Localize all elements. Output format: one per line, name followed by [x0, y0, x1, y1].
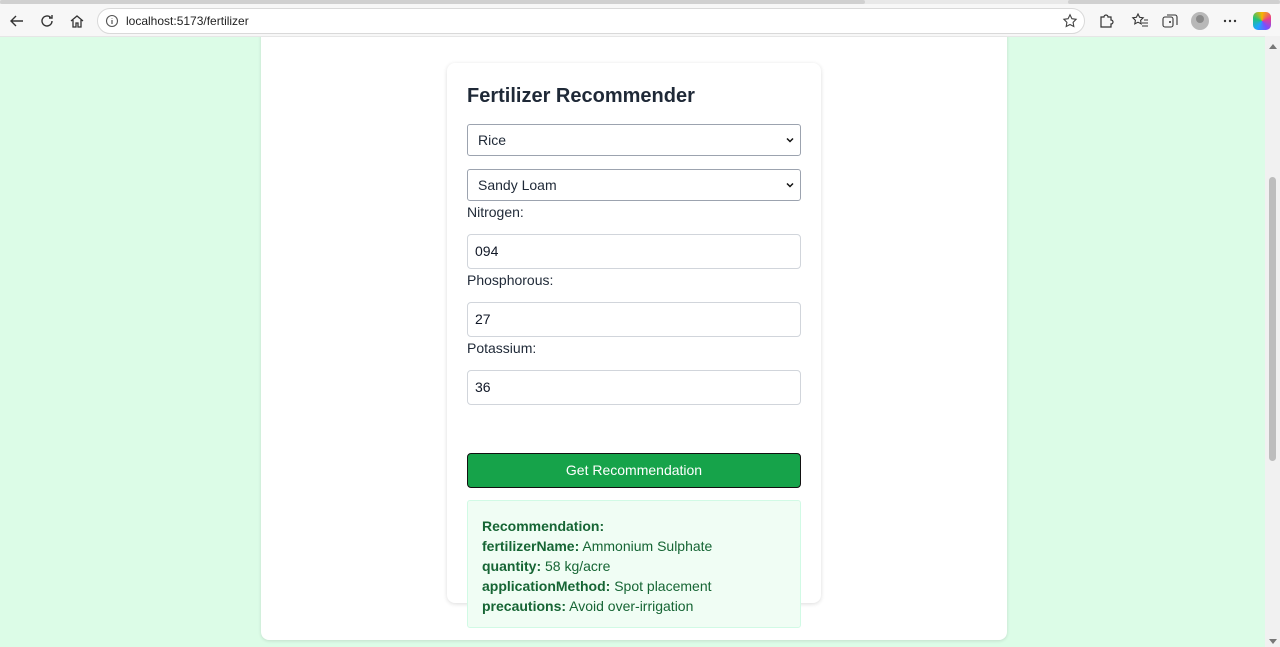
get-recommendation-button[interactable]: Get Recommendation: [467, 453, 801, 488]
result-key: fertilizerName:: [482, 538, 580, 554]
potassium-input[interactable]: 36: [467, 370, 801, 405]
favorites-icon[interactable]: [1131, 12, 1149, 30]
fertilizer-form-card: Fertilizer Recommender Rice Sandy Loam N…: [447, 63, 821, 628]
phosphorous-label: Phosphorous:: [467, 272, 554, 288]
result-key: quantity:: [482, 558, 542, 574]
result-key: applicationMethod:: [482, 578, 611, 594]
vertical-scrollbar[interactable]: [1265, 36, 1280, 647]
star-icon[interactable]: [1062, 13, 1078, 29]
result-value: 58 kg/acre: [545, 558, 611, 574]
back-icon[interactable]: [7, 11, 27, 31]
url-text[interactable]: localhost:5173/fertilizer: [126, 14, 249, 28]
result-heading: Recommendation:: [482, 518, 605, 534]
tab-strip: [0, 0, 1280, 4]
extensions-icon[interactable]: [1097, 12, 1115, 30]
profile-avatar[interactable]: [1191, 12, 1209, 30]
collections-icon[interactable]: [1161, 12, 1179, 30]
page-viewport: Fertilizer Recommender Rice Sandy Loam N…: [0, 36, 1265, 647]
result-value: Avoid over-irrigation: [569, 598, 694, 614]
crop-select[interactable]: Rice: [467, 124, 801, 156]
recommendation-result: Recommendation: fertilizerName: Ammonium…: [467, 500, 801, 628]
scroll-up-icon[interactable]: [1269, 44, 1277, 49]
soil-select[interactable]: Sandy Loam: [467, 169, 801, 201]
result-value: Spot placement: [614, 578, 712, 594]
scroll-down-icon[interactable]: [1269, 639, 1277, 644]
home-icon[interactable]: [67, 11, 87, 31]
nitrogen-input[interactable]: 094: [467, 234, 801, 269]
tab-strip-segment: [1068, 0, 1280, 4]
scrollbar-thumb[interactable]: [1269, 177, 1276, 461]
crop-select-value: Rice: [478, 132, 507, 148]
page-container: Fertilizer Recommender Rice Sandy Loam N…: [261, 37, 1007, 640]
result-value: Ammonium Sulphate: [582, 538, 713, 554]
refresh-icon[interactable]: [37, 11, 57, 31]
result-row: applicationMethod: Spot placement: [482, 576, 786, 596]
result-row: precautions: Avoid over-irrigation: [482, 596, 786, 616]
nitrogen-label: Nitrogen:: [467, 204, 524, 220]
chevron-down-icon: [786, 182, 794, 188]
potassium-label: Potassium:: [467, 340, 537, 356]
copilot-icon[interactable]: [1253, 12, 1271, 30]
result-row: fertilizerName: Ammonium Sulphate: [482, 536, 786, 556]
tab-strip-segment: [0, 0, 865, 4]
chevron-down-icon: [786, 137, 794, 143]
phosphorous-input[interactable]: 27: [467, 302, 801, 337]
result-row: quantity: 58 kg/acre: [482, 556, 786, 576]
result-key: precautions:: [482, 598, 567, 614]
info-icon[interactable]: [105, 14, 119, 28]
page-title: Fertilizer Recommender: [467, 85, 695, 107]
more-icon[interactable]: [1221, 12, 1239, 30]
soil-select-value: Sandy Loam: [478, 177, 557, 193]
address-bar[interactable]: localhost:5173/fertilizer: [97, 8, 1085, 34]
